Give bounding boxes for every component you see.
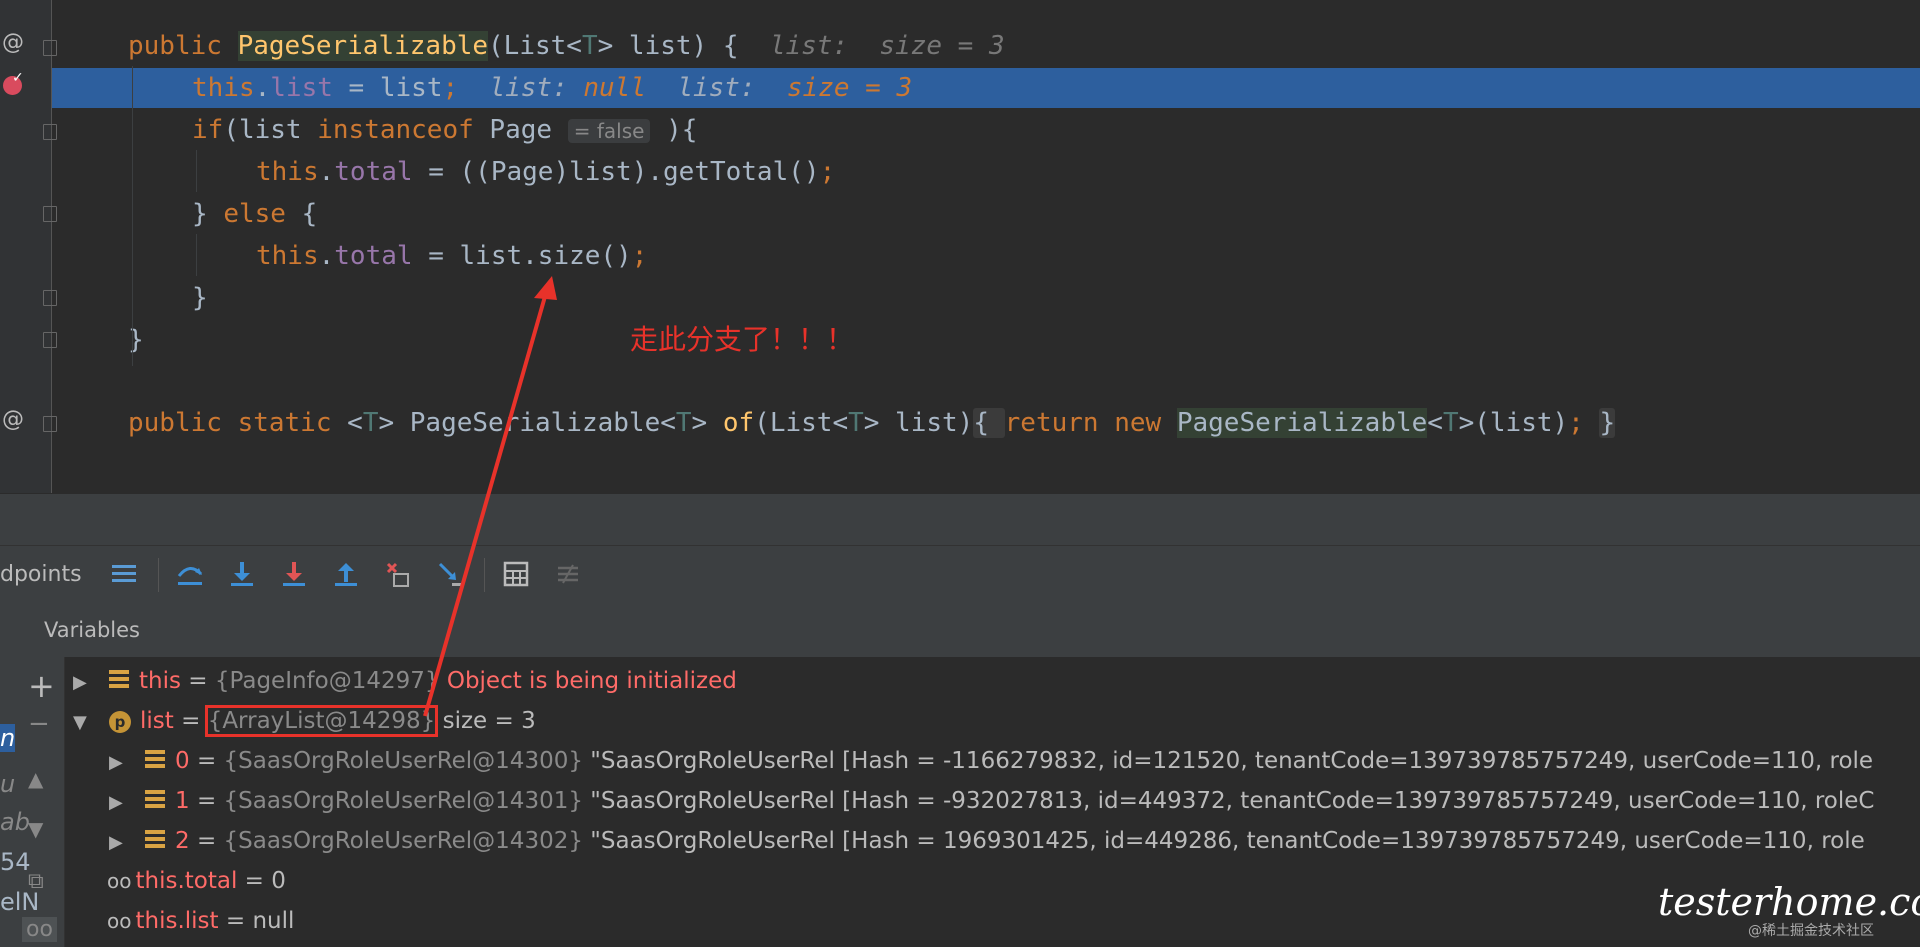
watermark-subtext: @稀土掘金技术社区 [1748, 923, 1874, 939]
watermark-logo: testerhome.com [1658, 880, 1920, 924]
arrow-line [423, 285, 550, 717]
annotation-arrow [423, 276, 557, 717]
arrow-head [534, 276, 557, 300]
